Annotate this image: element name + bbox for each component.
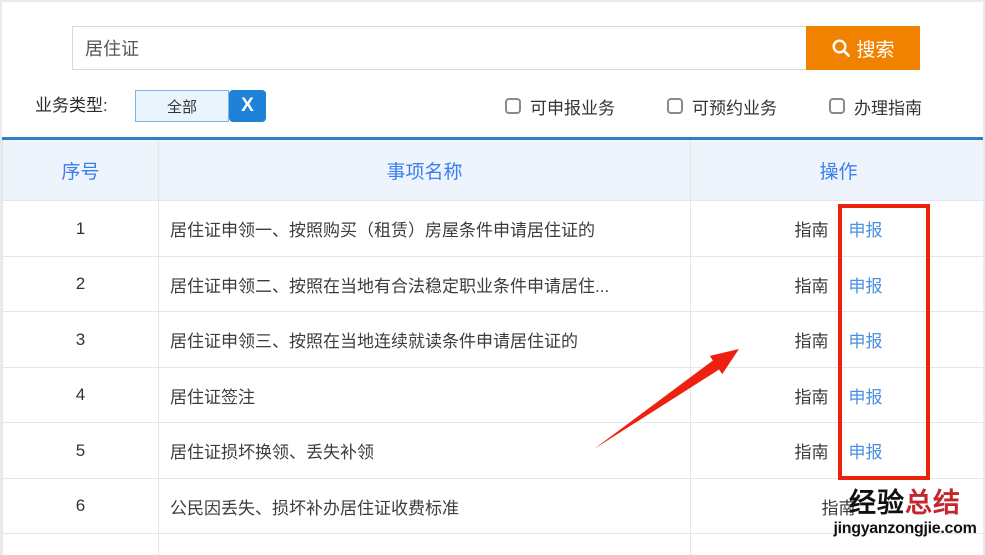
table-row: 3 居住证申领三、按照在当地连续就读条件申请居住证的 指南 申报 [3,312,983,368]
checkbox-icon[interactable] [667,98,683,114]
apply-link[interactable]: 申报 [849,327,883,352]
apply-link[interactable]: 申报 [849,438,883,463]
guide-link[interactable]: 指南 [795,327,829,352]
item-name: 居住证申领一、按照购买（租赁）房屋条件申请居住证的 [159,201,691,256]
checkbox-label: 可预约业务 [692,98,777,118]
table-row: 4 居住证签注 指南 申报 [3,368,983,423]
business-type-selected-value: 全部 [166,98,197,116]
column-header-index: 序号 [3,140,159,200]
item-name [159,534,691,555]
operation-separator [837,440,840,461]
row-index: 2 [3,257,159,311]
search-button-label: 搜索 [856,39,895,61]
apply-link[interactable]: 申报 [849,272,883,297]
checkbox-declarable-business[interactable]: 可申报业务 [505,90,615,122]
item-name: 居住证损坏换领、丢失补领 [159,423,691,478]
checkbox-label: 可申报业务 [530,98,615,118]
guide-link[interactable]: 指南 [795,438,829,463]
checkbox-reservable-business[interactable]: 可预约业务 [667,90,777,122]
search-input[interactable] [72,26,806,70]
watermark: 经验总结 jingyanzongjie.com [829,488,981,538]
row-index: 1 [3,201,159,256]
operation-cell: 指南 申报 [691,201,983,256]
row-index: 6 [3,479,159,533]
row-index [3,534,159,555]
column-header-item-name: 事项名称 [159,140,691,200]
item-name: 公民因丢失、损坏补办居住证收费标准 [159,479,691,533]
watermark-title: 经验总结 [829,488,981,519]
operation-separator [837,274,840,294]
watermark-title-black: 经验 [849,488,905,518]
search-icon [831,38,851,58]
operation-separator [837,385,840,405]
operation-cell: 指南 申报 [691,257,983,311]
guide-link[interactable]: 指南 [795,383,829,408]
item-name: 居住证申领二、按照在当地有合法稳定职业条件申请居住... [159,257,691,311]
operation-cell: 指南 申报 [691,368,983,422]
operation-separator [837,329,840,350]
row-index: 3 [3,312,159,367]
guide-link[interactable]: 指南 [795,272,829,297]
operation-separator [837,218,840,239]
page: 搜索 业务类型: 全部 X 可申报业务 可预约业务 办理指南 序号 事项名称 操… [0,0,985,555]
operation-cell: 指南 申报 [691,423,983,478]
business-type-select[interactable]: 全部 [135,90,229,122]
table-row: 5 居住证损坏换领、丢失补领 指南 申报 [3,423,983,479]
clear-x-icon: X [241,95,254,116]
checkbox-handling-guide[interactable]: 办理指南 [829,90,922,122]
apply-link[interactable]: 申报 [849,216,883,241]
apply-link[interactable]: 申报 [849,383,883,408]
watermark-site: jingyanzongjie.com [833,519,977,537]
table-row: 2 居住证申领二、按照在当地有合法稳定职业条件申请居住... 指南 申报 [3,257,983,312]
clear-filter-button[interactable]: X [229,90,266,122]
item-name: 居住证签注 [159,368,691,422]
watermark-title-red: 总结 [905,488,961,518]
row-index: 4 [3,368,159,422]
business-type-label: 业务类型: [35,96,108,115]
checkbox-label: 办理指南 [854,98,922,118]
checkbox-icon[interactable] [829,98,845,114]
item-name: 居住证申领三、按照在当地连续就读条件申请居住证的 [159,312,691,367]
table-header-row: 序号 事项名称 操作 [3,140,983,201]
row-index: 5 [3,423,159,478]
operation-cell: 指南 申报 [691,312,983,367]
checkbox-icon[interactable] [505,98,521,114]
column-header-operation: 操作 [819,161,858,183]
guide-link[interactable]: 指南 [795,216,829,241]
table-row: 1 居住证申领一、按照购买（租赁）房屋条件申请居住证的 指南 申报 [3,201,983,257]
search-button[interactable]: 搜索 [806,26,920,70]
